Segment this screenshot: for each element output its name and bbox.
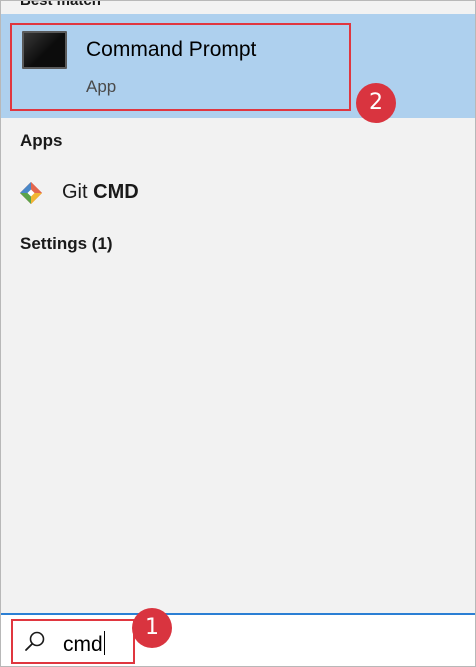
app-item-label-match: CMD xyxy=(93,181,139,203)
start-search-panel: Best match Command Prompt App 2 Apps Git… xyxy=(0,0,476,667)
step-badge-1: 1 xyxy=(132,608,172,648)
highlight-box-best-match xyxy=(10,23,351,111)
best-match-header: Best match xyxy=(20,0,101,9)
app-item-git-cmd[interactable]: Git CMD xyxy=(1,171,475,215)
git-icon xyxy=(20,182,42,204)
highlight-box-search xyxy=(11,619,135,664)
app-item-label-prefix: Git xyxy=(62,181,94,203)
apps-section-header: Apps xyxy=(20,131,63,150)
settings-section-header[interactable]: Settings (1) xyxy=(20,234,113,254)
app-item-label: Git CMD xyxy=(62,181,139,204)
step-badge-2: 2 xyxy=(356,83,396,123)
